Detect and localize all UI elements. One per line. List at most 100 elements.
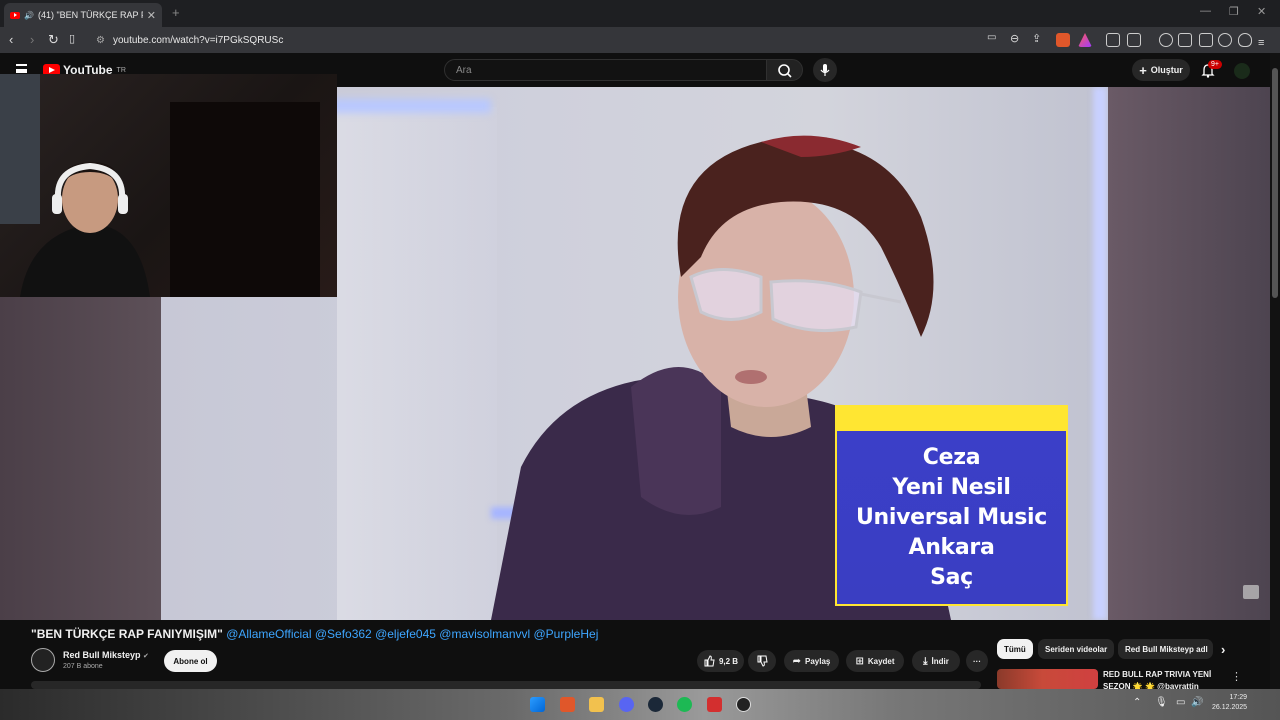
zoom-icon[interactable]: ⊖ [1010, 32, 1019, 45]
save-button[interactable]: ⊞ Kaydet [846, 650, 904, 672]
thumbs-up-icon [704, 655, 715, 667]
webcam-overlay [0, 74, 337, 297]
scrollbar-thumb[interactable] [1272, 68, 1278, 298]
channel-name-text: Red Bull Miksteyp [63, 650, 141, 660]
tab-title: (41) "BEN TÜRKÇE RAP FANIYMIŞIM" [37, 10, 143, 20]
description-box[interactable] [31, 681, 981, 689]
search-input[interactable]: Ara [444, 59, 767, 81]
tab-close-button[interactable]: ✕ [147, 9, 156, 22]
tray-microphone-icon[interactable]: 🎙 [1155, 697, 1168, 708]
bookmark-icon[interactable]: ▯ [69, 32, 75, 45]
site-info-icon[interactable]: ⚙ [96, 35, 105, 46]
recommendation-thumbnail[interactable] [997, 669, 1098, 689]
caption-line: Saç [930, 564, 973, 590]
clock-time: 17:29 [1229, 694, 1248, 701]
caption-line: Universal Music [855, 504, 1048, 530]
subscribe-button[interactable]: Abone ol [164, 650, 217, 672]
screen: 🔊 (41) "BEN TÜRKÇE RAP FANIYMIŞIM" ✕ + —… [0, 0, 1280, 720]
chips-next-button[interactable]: › [1214, 639, 1232, 659]
recommendation-menu-icon[interactable]: ⋮ [1231, 670, 1242, 683]
extensions-icon[interactable] [1106, 33, 1120, 47]
microphone-icon [820, 64, 830, 76]
file-explorer-icon[interactable] [589, 697, 604, 712]
like-button[interactable]: 9,2 B [697, 650, 744, 672]
share-icon: ➦ [792, 655, 802, 667]
download-icon: ⤓ [923, 655, 928, 667]
tray-overflow-icon[interactable]: ⌃ [1133, 697, 1141, 708]
share-page-icon[interactable]: ⇪ [1032, 32, 1041, 45]
video-blur-right [1108, 87, 1270, 620]
page-scrollbar[interactable] [1270, 53, 1280, 720]
more-actions-button[interactable]: ··· [966, 650, 988, 672]
share-label: Paylaş [805, 656, 831, 666]
save-playlist-icon: ⊞ [855, 655, 864, 667]
video-title-mentions[interactable]: @AllameOfficial @Sefo362 @eljefe045 @mav… [226, 627, 598, 641]
account-avatar[interactable] [1234, 63, 1250, 79]
share-button[interactable]: ➦ Paylaş [784, 650, 839, 672]
caption-line: Ceza [922, 444, 981, 470]
clock-date: 26.12.2025 [1212, 704, 1248, 711]
taskbar-clock[interactable]: 17:29 26.12.2025 [1212, 693, 1247, 713]
browser-tab[interactable]: 🔊 (41) "BEN TÜRKÇE RAP FANIYMIŞIM" ✕ [4, 3, 162, 27]
spotify-icon[interactable] [677, 697, 692, 712]
streamer-illustration [0, 74, 150, 297]
media-icon[interactable] [1159, 33, 1173, 47]
browser-tab-bar: 🔊 (41) "BEN TÜRKÇE RAP FANIYMIŞIM" ✕ + —… [0, 0, 1280, 27]
chip-channel-videos[interactable]: Red Bull Miksteyp adl [1118, 639, 1213, 659]
cast-icon[interactable]: ▭ [987, 32, 996, 43]
wallet-icon[interactable] [1199, 33, 1213, 47]
caption-text-panel: Ceza Yeni Nesil Universal Music Ankara S… [835, 431, 1068, 606]
reload-icon[interactable]: ↻ [48, 32, 59, 48]
discord-icon[interactable] [619, 697, 634, 712]
brave-shield-icon[interactable] [1056, 33, 1070, 47]
steam-icon[interactable] [648, 697, 663, 712]
back-icon[interactable]: ‹ [9, 32, 13, 47]
video-title-text: "BEN TÜRKÇE RAP FANIYMIŞIM" [31, 627, 223, 641]
thumbs-down-icon [757, 655, 768, 667]
channel-name[interactable]: Red Bull Miksteyp ✔ [63, 650, 149, 660]
recommendation-title[interactable]: RED BULL RAP TRIVIA YENİ [1103, 670, 1223, 679]
restore-icon[interactable]: ❐ [1229, 5, 1239, 18]
download-button[interactable]: ⤓ İndir [912, 650, 960, 672]
caption-line: Ankara [908, 534, 995, 560]
logo-region: TR [116, 66, 126, 74]
sidebar-icon[interactable] [1178, 33, 1192, 47]
video-title: "BEN TÜRKÇE RAP FANIYMIŞIM" @AllameOffic… [31, 627, 598, 641]
caption-card: Ceza Yeni Nesil Universal Music Ankara S… [835, 405, 1068, 606]
search-button[interactable] [766, 59, 803, 81]
windows-start-icon[interactable] [530, 697, 545, 712]
forward-icon[interactable]: › [30, 32, 34, 47]
minimize-icon[interactable]: — [1200, 5, 1211, 17]
chip-all[interactable]: Tümü [997, 639, 1033, 659]
download-label: İndir [931, 656, 949, 666]
vpn-icon[interactable] [1238, 33, 1252, 47]
hamburger-menu-icon[interactable] [16, 64, 27, 73]
like-count: 9,2 B [718, 656, 739, 666]
voice-search-button[interactable] [813, 58, 837, 82]
notification-badge: 9+ [1208, 60, 1222, 69]
dislike-button[interactable] [748, 650, 776, 672]
caption-line: Yeni Nesil [892, 474, 1011, 500]
valorant-icon[interactable] [707, 697, 722, 712]
new-tab-button[interactable]: + [172, 5, 180, 20]
channel-avatar[interactable] [31, 648, 55, 672]
tray-volume-icon[interactable]: 🔊 [1191, 697, 1203, 708]
brave-browser-icon[interactable] [560, 697, 575, 712]
save-label: Kaydet [867, 656, 895, 666]
plus-icon: + [1139, 62, 1147, 78]
obs-icon[interactable] [736, 697, 751, 712]
menu-icon[interactable]: ≡ [1258, 33, 1272, 49]
leo-ai-icon[interactable] [1218, 33, 1232, 47]
speaker-icon: 🔊 [24, 10, 34, 20]
youtube-favicon-icon [10, 11, 20, 19]
screenshot-icon[interactable] [1127, 33, 1141, 47]
channel-watermark-icon[interactable] [1243, 585, 1259, 599]
chip-series-videos[interactable]: Seriden videolar [1038, 639, 1115, 659]
subscriber-count: 207 B abone [63, 663, 103, 670]
search-icon [778, 64, 792, 78]
tray-network-icon[interactable]: ▭ [1176, 697, 1185, 708]
create-label: Oluştur [1150, 65, 1183, 75]
window-close-icon[interactable]: ✕ [1257, 5, 1266, 18]
create-button[interactable]: + Oluştur [1132, 59, 1190, 81]
url-field[interactable]: ⚙ youtube.com/watch?v=i7PGkSQRUSc [90, 30, 990, 50]
